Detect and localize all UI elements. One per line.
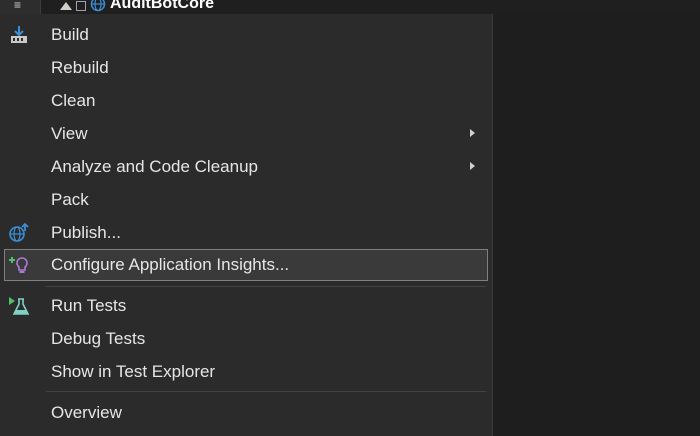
menu-item-label: Clean: [51, 91, 96, 110]
menu-item-label: View: [51, 124, 88, 143]
menu-item-build[interactable]: Build: [4, 19, 488, 50]
menu-item-label: Rebuild: [51, 58, 109, 77]
menu-item-label: Build: [51, 25, 89, 44]
list-icon: ≡: [14, 0, 22, 12]
menu-item-pack[interactable]: Pack: [4, 184, 488, 215]
expand-triangle-icon[interactable]: [60, 1, 72, 10]
submenu-arrow-icon: [470, 129, 475, 137]
build-icon: [11, 26, 27, 43]
web-project-globe-icon: [90, 0, 106, 12]
node-square-icon: [76, 0, 86, 11]
menu-item-overview[interactable]: Overview: [4, 397, 488, 428]
menu-item-label: Show in Test Explorer: [51, 362, 216, 381]
context-menu: Build Rebuild Clean View Analyze and Cod…: [0, 14, 493, 436]
menu-item-rebuild[interactable]: Rebuild: [4, 52, 488, 83]
menu-item-publish[interactable]: Publish...: [4, 217, 488, 248]
menu-item-label: Configure Application Insights...: [51, 255, 290, 274]
menu-item-debug-tests[interactable]: Debug Tests: [4, 323, 488, 354]
editor-background: [493, 14, 700, 436]
solution-explorer-toolbar-button[interactable]: ≡: [0, 0, 41, 14]
menu-item-label: Pack: [51, 190, 89, 209]
menu-item-label: Overview: [51, 403, 122, 422]
menu-item-run-tests[interactable]: Run Tests: [4, 290, 488, 321]
menu-item-label: Debug Tests: [51, 329, 146, 348]
run-tests-flask-icon: [9, 297, 30, 315]
project-title: AuditBotCore: [110, 0, 214, 12]
submenu-arrow-icon: [470, 162, 475, 170]
menu-separator: [46, 286, 486, 287]
publish-globe-icon: [9, 223, 29, 242]
menu-item-label: Run Tests: [51, 296, 127, 315]
menu-item-analyze-code-cleanup[interactable]: Analyze and Code Cleanup: [4, 151, 488, 182]
menu-item-label: Analyze and Code Cleanup: [51, 157, 258, 176]
solution-breadcrumb: AuditBotCore: [60, 0, 214, 14]
menu-item-show-in-test-explorer[interactable]: Show in Test Explorer: [4, 356, 488, 387]
application-insights-icon: [9, 257, 28, 273]
menu-separator: [46, 391, 486, 392]
menu-item-label: Publish...: [51, 223, 121, 242]
menu-item-configure-application-insights[interactable]: Configure Application Insights...: [4, 249, 488, 281]
menu-item-view[interactable]: View: [4, 118, 488, 149]
title-bar: ≡ AuditBotCore: [0, 0, 700, 14]
menu-item-clean[interactable]: Clean: [4, 85, 488, 116]
